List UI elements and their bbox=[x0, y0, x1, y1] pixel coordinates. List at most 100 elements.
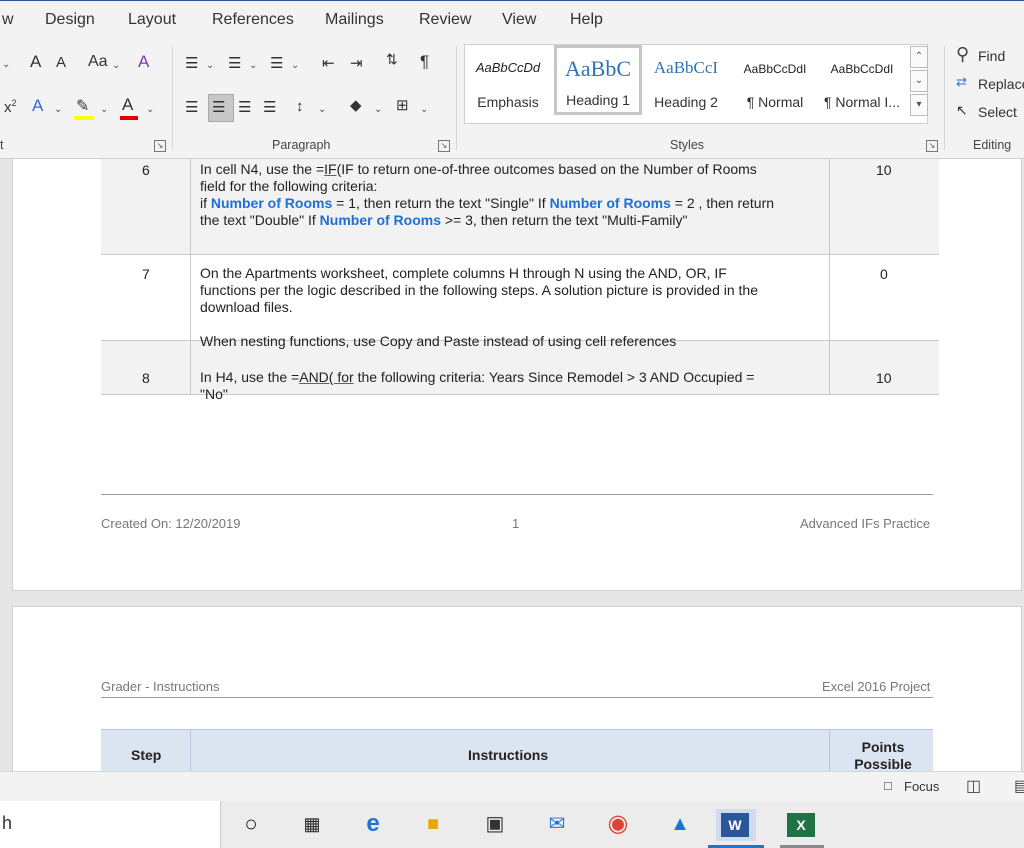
shading-icon[interactable]: ◆ bbox=[350, 96, 362, 114]
focus-mode-button[interactable]: Focus bbox=[904, 779, 939, 794]
multilevel-list-icon[interactable]: ☰ bbox=[270, 54, 283, 72]
focus-icon: □ bbox=[884, 778, 892, 793]
table-row-divider bbox=[101, 254, 939, 255]
shrink-font-button[interactable]: A bbox=[56, 54, 66, 71]
instruction-segment: >= 3, then return the text "Multi-Family… bbox=[441, 212, 688, 228]
table-col-divider bbox=[190, 729, 191, 771]
header-points-possible: Points Possible bbox=[854, 739, 912, 771]
instruction-segment: if bbox=[200, 195, 211, 211]
file-explorer-icon[interactable]: ■ bbox=[418, 809, 448, 839]
edge-icon[interactable]: e bbox=[358, 809, 388, 839]
tab-help[interactable]: Help bbox=[570, 11, 603, 29]
search-box-text: h bbox=[2, 813, 13, 833]
field-name-highlight: Number of Rooms bbox=[210, 195, 333, 211]
gallery-scroll-down-icon[interactable]: ⌄ bbox=[910, 70, 928, 92]
chrome-icon[interactable]: ◉ bbox=[603, 809, 633, 839]
points-value: 10 bbox=[876, 370, 892, 386]
instruction-segment: = 1, then return the text "Single" If bbox=[332, 195, 550, 211]
align-center-icon[interactable]: ☰ bbox=[212, 98, 225, 116]
clear-formatting-button[interactable]: A bbox=[138, 52, 149, 72]
style-name: ¶ Normal I... bbox=[824, 94, 900, 110]
style-normal[interactable]: AaBbCcDdI ¶ Normal bbox=[733, 46, 817, 114]
font-dialog-launcher-icon[interactable]: ↘ bbox=[154, 140, 166, 152]
numbering-icon[interactable]: ☰ bbox=[228, 54, 241, 72]
style-emphasis[interactable]: AaBbCcDd Emphasis bbox=[466, 46, 550, 114]
tab-view-partial[interactable]: w bbox=[2, 11, 14, 29]
style-heading-1[interactable]: AaBbC Heading 1 bbox=[554, 45, 642, 115]
chevron-down-icon: ⌄ bbox=[146, 104, 155, 115]
tab-review[interactable]: Review bbox=[419, 11, 471, 29]
replace-button[interactable]: Replace bbox=[978, 76, 1024, 92]
read-mode-icon[interactable]: ◫ bbox=[966, 776, 981, 796]
store-icon[interactable]: ▣ bbox=[480, 809, 510, 839]
show-hide-marks-icon[interactable]: ¶ bbox=[420, 52, 429, 72]
select-button[interactable]: Select bbox=[978, 104, 1017, 120]
instruction-line: download files. bbox=[200, 299, 820, 316]
chevron-down-icon: ⌄ bbox=[291, 60, 300, 71]
field-name-highlight: Number of Rooms bbox=[549, 195, 671, 211]
superscript-mark: 2 bbox=[11, 98, 17, 108]
sort-icon[interactable]: ⇅ bbox=[386, 51, 398, 68]
paragraph-group-label: Paragraph bbox=[272, 138, 331, 152]
tab-mailings[interactable]: Mailings bbox=[325, 11, 384, 29]
tab-view[interactable]: View bbox=[502, 11, 536, 29]
chevron-down-icon: ⌄ bbox=[374, 104, 383, 115]
step-number: 8 bbox=[142, 370, 150, 386]
find-button[interactable]: Find bbox=[978, 48, 1005, 64]
windows-taskbar: h ○ ▦ e ■ ▣ ✉ ◉ ▲ W X bbox=[0, 801, 1024, 848]
taskbar-search-box[interactable] bbox=[0, 801, 221, 848]
style-heading-2[interactable]: AaBbCcI Heading 2 bbox=[644, 46, 728, 114]
tab-layout[interactable]: Layout bbox=[128, 11, 176, 29]
chevron-down-icon: ⌄ bbox=[112, 60, 121, 71]
step-number: 6 bbox=[142, 162, 150, 178]
highlight-button[interactable]: ✎ bbox=[76, 96, 89, 116]
style-sample: AaBbCcI bbox=[653, 58, 719, 77]
superscript-button[interactable]: x2 bbox=[4, 98, 17, 116]
change-case-button[interactable]: Aa bbox=[88, 53, 108, 71]
highlight-color-bar bbox=[74, 116, 94, 120]
increase-indent-icon[interactable]: ⇥ bbox=[350, 54, 363, 72]
font-color-bar bbox=[120, 116, 138, 120]
cortana-icon[interactable]: ○ bbox=[236, 809, 266, 839]
align-right-icon[interactable]: ☰ bbox=[238, 98, 251, 116]
excel-icon[interactable]: X bbox=[787, 813, 815, 837]
chevron-down-icon: ⌄ bbox=[54, 104, 63, 115]
task-view-icon[interactable]: ▦ bbox=[297, 809, 327, 839]
word-icon[interactable]: W bbox=[721, 813, 749, 837]
header-right: Excel 2016 Project bbox=[822, 679, 931, 694]
chevron-down-icon: ⌄ bbox=[420, 104, 429, 115]
select-cursor-icon: ↖ bbox=[956, 102, 968, 118]
grow-font-button[interactable]: A bbox=[30, 52, 41, 72]
decrease-indent-icon[interactable]: ⇤ bbox=[322, 54, 335, 72]
gallery-more-icon[interactable]: ▾ bbox=[910, 94, 928, 116]
bullets-icon[interactable]: ☰ bbox=[185, 54, 198, 72]
mail-icon[interactable]: ✉ bbox=[542, 809, 572, 839]
borders-icon[interactable]: ⊞ bbox=[396, 96, 409, 114]
align-left-icon[interactable]: ☰ bbox=[185, 98, 198, 116]
document-canvas[interactable]: 6 In cell N4, use the =IF(IF to return o… bbox=[0, 159, 1024, 771]
ribbon-tab-bar: w Design Layout References Mailings Revi… bbox=[0, 0, 1024, 41]
styles-dialog-launcher-icon[interactable]: ↘ bbox=[926, 140, 938, 152]
chevron-down-icon: ⌄ bbox=[318, 104, 327, 115]
header-instructions: Instructions bbox=[468, 747, 549, 763]
gallery-scroll-up-icon[interactable]: ⌃ bbox=[910, 46, 928, 68]
font-color-button[interactable]: A bbox=[122, 95, 133, 115]
font-size-dropdown-icon[interactable]: ⌄ bbox=[2, 54, 10, 71]
style-sample: AaBbCcDdI bbox=[830, 62, 894, 76]
status-bar: □ Focus ◫ ▤ bbox=[0, 771, 1024, 802]
justify-icon[interactable]: ☰ bbox=[263, 98, 276, 116]
photos-icon[interactable]: ▲ bbox=[665, 809, 695, 839]
print-layout-icon[interactable]: ▤ bbox=[1014, 776, 1024, 796]
text-effects-button[interactable]: A bbox=[32, 96, 43, 116]
instruction-segment: functions per the logic described in the… bbox=[200, 282, 758, 298]
instruction-segment: the text "Double" If bbox=[200, 212, 320, 228]
instruction-line: if Number of Rooms = 1, then return the … bbox=[200, 195, 820, 212]
style-normal-indent[interactable]: AaBbCcDdI ¶ Normal I... bbox=[820, 46, 904, 114]
superscript-base: x bbox=[4, 99, 12, 116]
line-spacing-icon[interactable]: ↕ bbox=[296, 98, 304, 115]
paragraph-dialog-launcher-icon[interactable]: ↘ bbox=[438, 140, 450, 152]
instruction-line: In cell N4, use the =IF(IF to return one… bbox=[200, 161, 820, 178]
instruction-segment: the following criteria: Years Since Remo… bbox=[353, 369, 755, 385]
tab-references[interactable]: References bbox=[212, 11, 294, 29]
tab-design[interactable]: Design bbox=[45, 11, 95, 29]
